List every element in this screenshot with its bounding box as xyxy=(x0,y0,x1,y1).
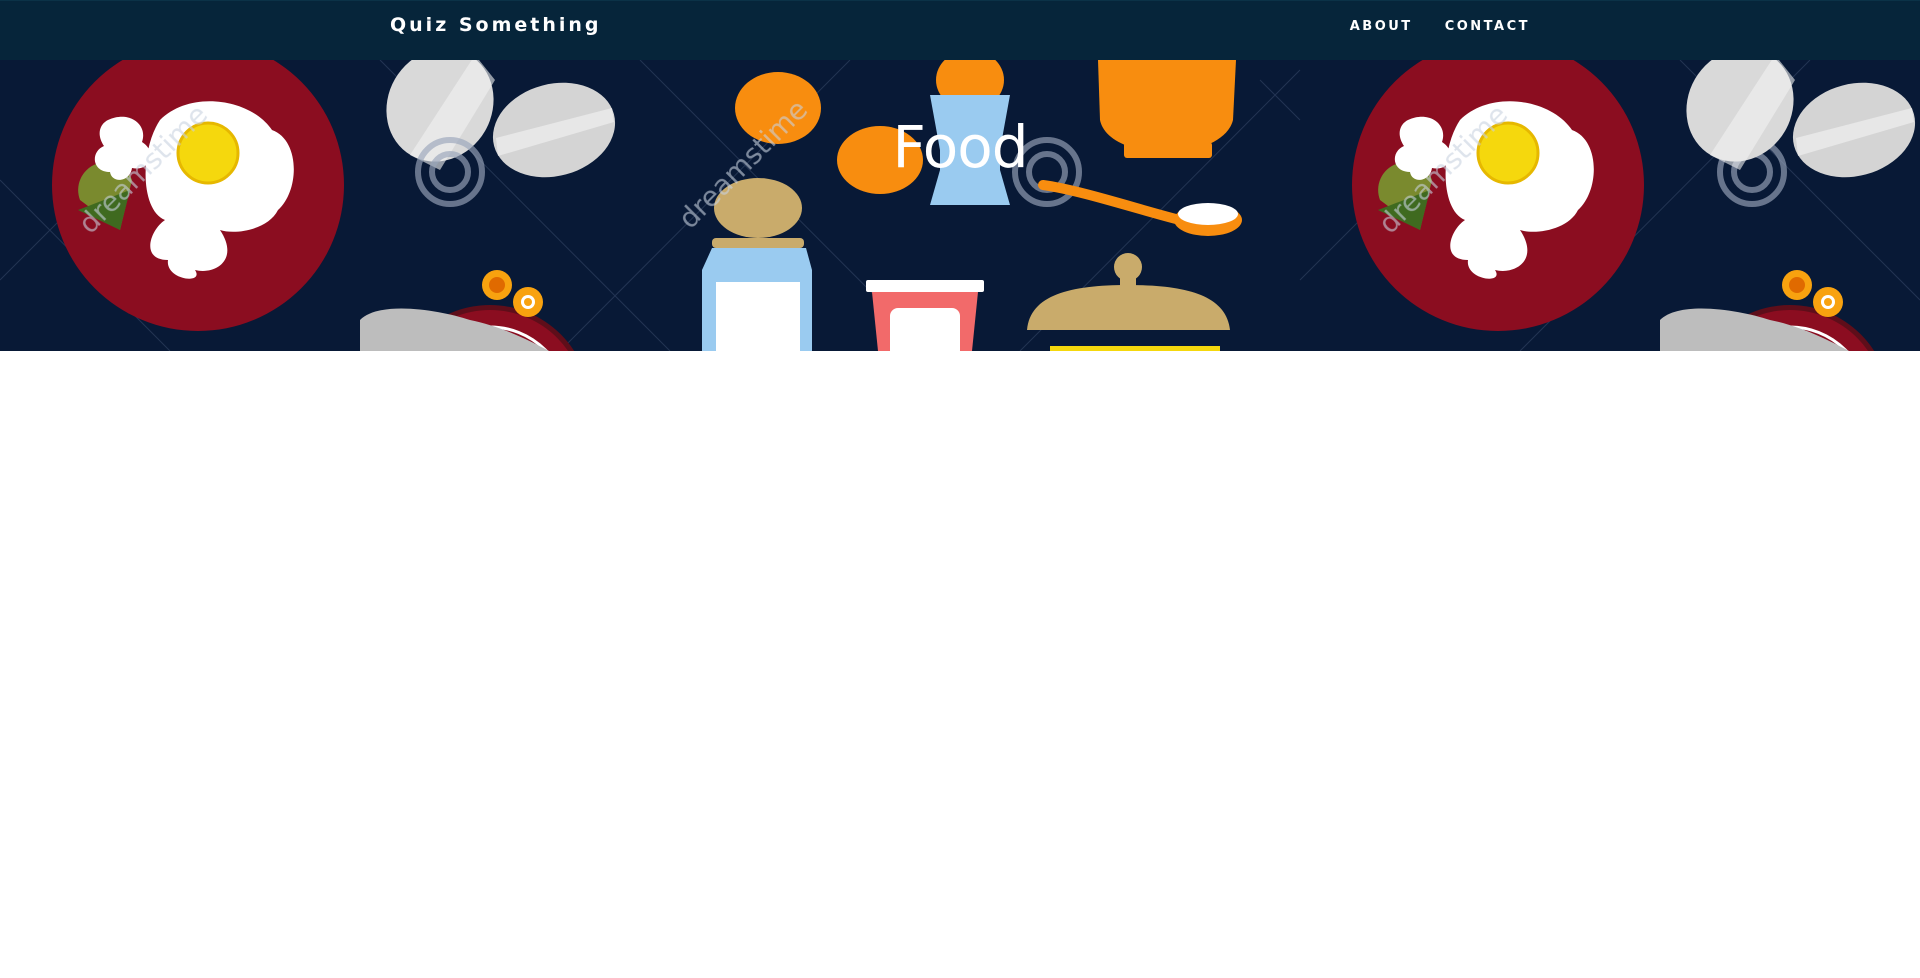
hero-title: Food xyxy=(892,113,1028,181)
brand-link[interactable]: Quiz Something xyxy=(390,14,602,36)
dinner-plate-right xyxy=(1660,270,1875,351)
covered-dish xyxy=(1027,253,1230,351)
nav-link-contact[interactable]: CONTACT xyxy=(1445,19,1530,34)
hero-banner: dreamstime dreamstime dreamstime Food xyxy=(0,60,1920,351)
main-content-area xyxy=(0,351,1920,978)
dinner-plate-left xyxy=(360,270,575,351)
yogurt-cup xyxy=(866,280,984,351)
nav-link-about[interactable]: ABOUT xyxy=(1350,19,1413,34)
nav-links: ABOUT CONTACT xyxy=(1350,19,1530,34)
hero-illustration: dreamstime dreamstime dreamstime xyxy=(0,60,1920,351)
top-navbar: Quiz Something ABOUT CONTACT xyxy=(0,0,1920,60)
